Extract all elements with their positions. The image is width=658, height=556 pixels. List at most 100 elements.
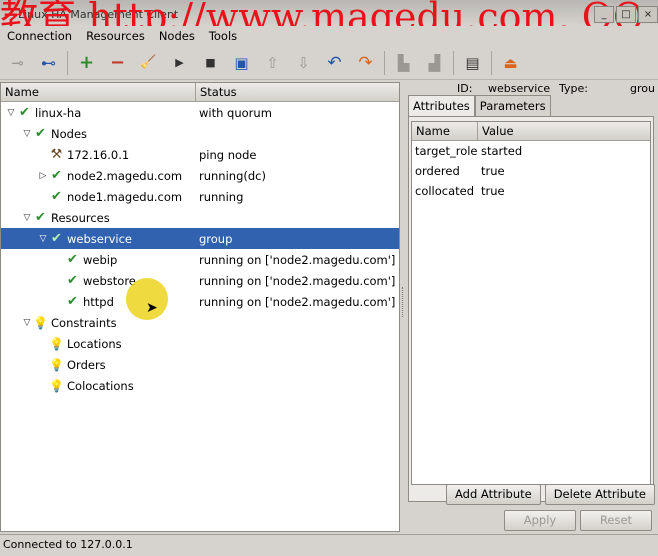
tree-name-cell: ⚒ 172.16.0.1 xyxy=(1,144,196,165)
running-check-icon: ✔ xyxy=(51,189,62,204)
id-value: webservice xyxy=(488,82,551,95)
add-button[interactable]: + xyxy=(71,48,102,78)
default-settings-button[interactable]: ▣ xyxy=(226,48,257,78)
disconnect-plug-icon: ⊷ xyxy=(41,53,56,72)
start-button[interactable]: ▶ xyxy=(164,48,195,78)
standby-button[interactable]: ▙ xyxy=(388,48,419,78)
collapse-arrow-icon[interactable]: ▽ xyxy=(37,234,49,244)
cleanup-button[interactable]: 🧹 xyxy=(133,48,164,78)
menu-tools[interactable]: Tools xyxy=(202,26,244,46)
active-button[interactable]: ▟ xyxy=(419,48,450,78)
redo-button[interactable]: ↷ xyxy=(350,48,381,78)
running-check-icon: ✔ xyxy=(51,231,62,246)
tree-status-cell: running on ['node2.magedu.com'] xyxy=(199,252,396,267)
attr-name: collocated xyxy=(415,184,475,198)
tree-status-cell: ping node xyxy=(199,147,257,162)
running-check-icon: ✔ xyxy=(35,126,46,141)
menu-resources[interactable]: Resources xyxy=(79,26,152,46)
tree-name-cell: ▽ ✔ Resources xyxy=(1,207,196,228)
toolbar: ⊸ ⊷ + − 🧹 ▶ ■ ▣ ⇧ ⇩ ↶ ↷ ▙ ▟ ▤ ⏏ xyxy=(0,46,658,80)
tree-row[interactable]: ▽ ✔ Nodes xyxy=(1,123,399,144)
tree-item-label: Nodes xyxy=(51,126,88,141)
add-attribute-button[interactable]: Add Attribute xyxy=(446,484,541,505)
cluster-tree[interactable]: Name Status ▽ ✔ linux-ha with quorum ▽ ✔ Nodes… xyxy=(0,82,400,532)
connect-button[interactable]: ⊸ xyxy=(2,48,33,78)
tree-item-label: node1.magedu.com xyxy=(67,189,183,204)
tree-status-cell: running xyxy=(199,189,244,204)
running-check-icon: ✔ xyxy=(67,273,78,288)
tree-row[interactable]: 💡 Colocations xyxy=(1,375,399,396)
collapse-arrow-icon[interactable]: ▽ xyxy=(21,129,33,139)
attr-value: started xyxy=(481,144,523,158)
tab-attributes[interactable]: Attributes xyxy=(408,95,475,116)
menu-connection[interactable]: Connection xyxy=(0,26,79,46)
maximize-button[interactable]: □ xyxy=(616,6,636,23)
attributes-table[interactable]: Name Value target_role started ordered t… xyxy=(411,121,651,485)
tree-row[interactable]: ▽ 💡 Constraints xyxy=(1,312,399,333)
move-up-button[interactable]: ⇧ xyxy=(257,48,288,78)
view-xml-button[interactable]: ▤ xyxy=(457,48,488,78)
exit-icon: ⏏ xyxy=(503,53,518,72)
tree-row[interactable]: 💡 Locations xyxy=(1,333,399,354)
attribute-buttons: Add Attribute Delete Attribute xyxy=(446,484,655,505)
tree-item-label: Colocations xyxy=(67,378,134,393)
column-header-attr-name[interactable]: Name xyxy=(412,122,478,140)
menu-bar: Connection Resources Nodes Tools xyxy=(0,26,658,46)
toolbar-separator xyxy=(384,50,385,75)
collapse-arrow-icon[interactable]: ▽ xyxy=(21,318,33,328)
collapse-arrow-icon[interactable]: ▽ xyxy=(5,108,17,118)
tree-row[interactable]: ▽ ✔ webservice group xyxy=(1,228,399,249)
close-button[interactable]: × xyxy=(638,6,658,23)
attr-value: true xyxy=(481,184,505,198)
move-up-icon: ⇧ xyxy=(266,53,279,72)
column-header-name[interactable]: Name xyxy=(1,83,196,101)
tree-row[interactable]: ✔ webip running on ['node2.magedu.com'] xyxy=(1,249,399,270)
tree-status-cell: with quorum xyxy=(199,105,272,120)
column-header-attr-value[interactable]: Value xyxy=(478,122,650,140)
attr-name: ordered xyxy=(415,164,460,178)
table-row[interactable]: collocated true xyxy=(412,181,650,201)
tree-item-label: 172.16.0.1 xyxy=(67,147,130,162)
delete-attribute-button[interactable]: Delete Attribute xyxy=(544,484,655,505)
tree-row[interactable]: ⚒ 172.16.0.1 ping node xyxy=(1,144,399,165)
apply-buttons: Apply Reset xyxy=(504,510,652,531)
tree-name-cell: ▽ ✔ linux-ha xyxy=(1,102,196,123)
minimize-button[interactable]: _ xyxy=(594,6,614,23)
reset-button[interactable]: Reset xyxy=(580,510,652,531)
expand-arrow-icon[interactable]: ▷ xyxy=(37,171,49,181)
running-check-icon: ✔ xyxy=(67,252,78,267)
tree-row[interactable]: ✔ httpd running on ['node2.magedu.com'] xyxy=(1,291,399,312)
move-down-button[interactable]: ⇩ xyxy=(288,48,319,78)
details-pane: ID: webservice Type: grou Attributes Par… xyxy=(406,82,658,532)
disconnect-button[interactable]: ⊷ xyxy=(33,48,64,78)
type-value: grou xyxy=(630,82,655,95)
menu-nodes[interactable]: Nodes xyxy=(152,26,202,46)
attr-value: true xyxy=(481,164,505,178)
tree-name-cell: 💡 Colocations xyxy=(1,375,196,396)
tree-row[interactable]: ✔ webstore running on ['node2.magedu.com'] xyxy=(1,270,399,291)
exit-button[interactable]: ⏏ xyxy=(495,48,526,78)
table-row[interactable]: ordered true xyxy=(412,161,650,181)
running-check-icon: ✔ xyxy=(35,210,46,225)
tree-name-cell: 💡 Orders xyxy=(1,354,196,375)
title-bar: Linux HA Management Client 教育 http://www… xyxy=(0,0,658,26)
tree-row[interactable]: 💡 Orders xyxy=(1,354,399,375)
tab-parameters[interactable]: Parameters xyxy=(474,95,551,116)
collapse-arrow-icon[interactable]: ▽ xyxy=(21,213,33,223)
column-header-status[interactable]: Status xyxy=(196,83,399,101)
undo-button[interactable]: ↶ xyxy=(319,48,350,78)
tree-row[interactable]: ▽ ✔ linux-ha with quorum xyxy=(1,102,399,123)
standby-icon: ▙ xyxy=(397,53,410,72)
tree-row[interactable]: ✔ node1.magedu.com running xyxy=(1,186,399,207)
tree-item-label: linux-ha xyxy=(35,105,82,120)
tree-item-label: webip xyxy=(83,252,118,267)
status-bar: Connected to 127.0.0.1 xyxy=(0,534,658,556)
tree-row[interactable]: ▷ ✔ node2.magedu.com running(dc) xyxy=(1,165,399,186)
apply-button[interactable]: Apply xyxy=(504,510,576,531)
details-tabs: Attributes Parameters xyxy=(408,95,551,116)
tree-row[interactable]: ▽ ✔ Resources xyxy=(1,207,399,228)
table-row[interactable]: target_role started xyxy=(412,141,650,161)
remove-button[interactable]: − xyxy=(102,48,133,78)
stop-button[interactable]: ■ xyxy=(195,48,226,78)
tree-item-label: webservice xyxy=(67,231,132,246)
